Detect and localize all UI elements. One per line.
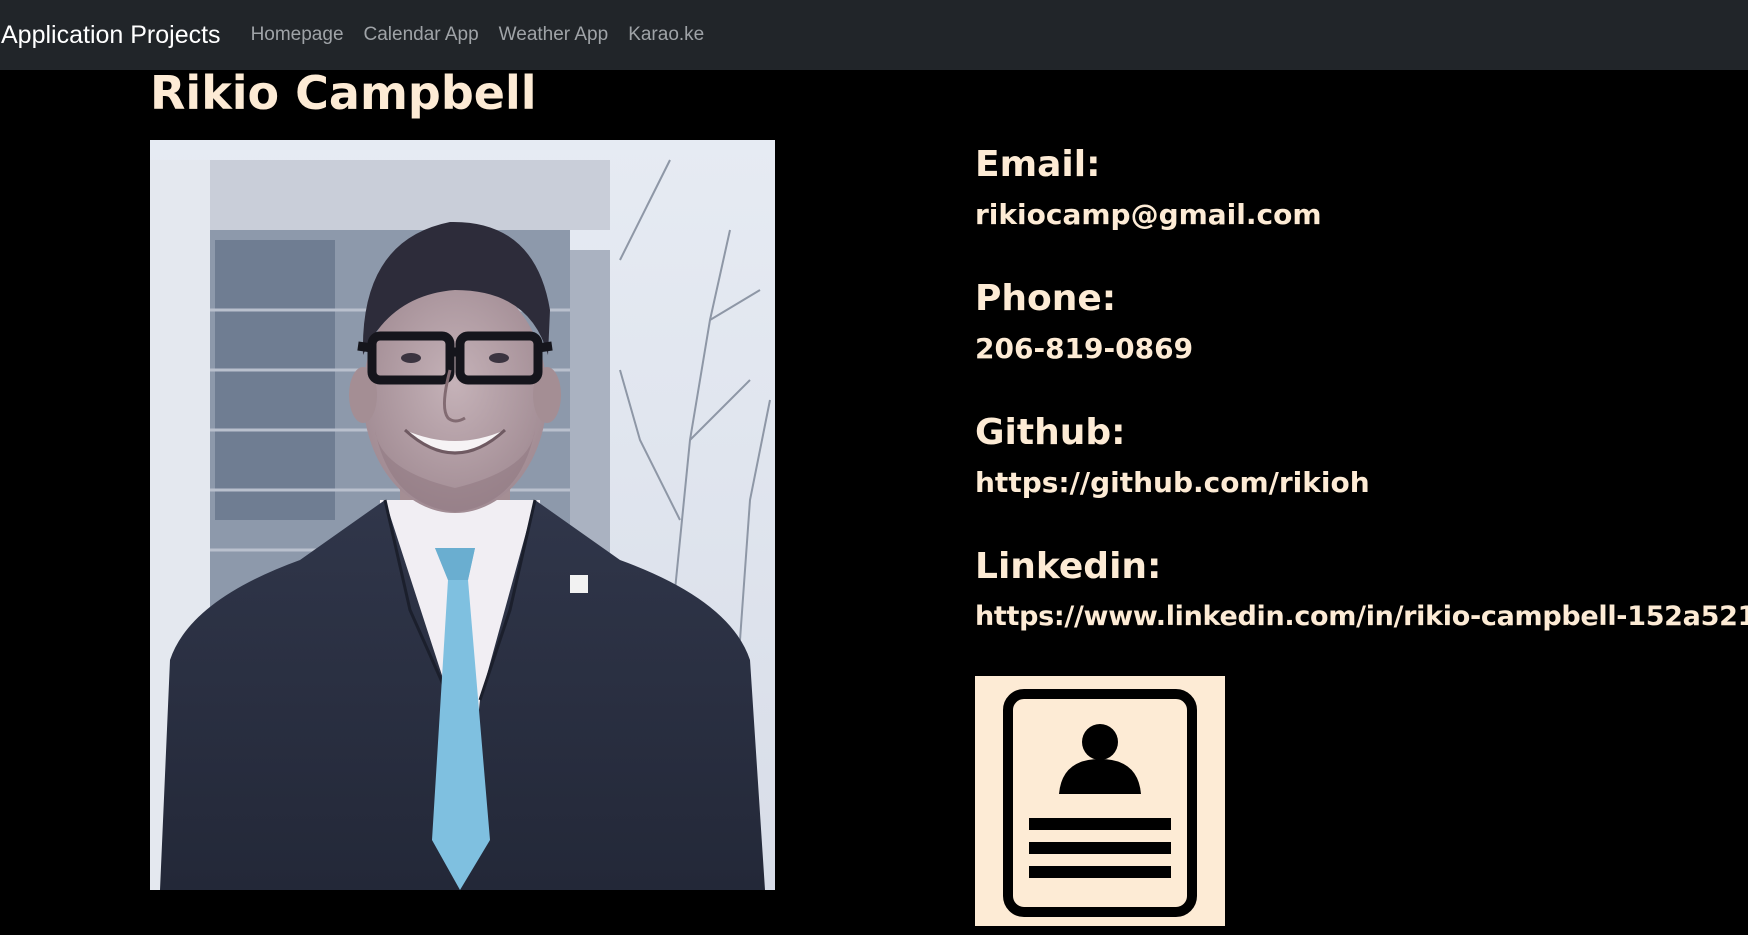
linkedin-value: https://www.linkedin.com/in/rikio-campbe… <box>975 601 1748 632</box>
contact-info: Email: rikiocamp@gmail.com Phone: 206-81… <box>975 140 1748 676</box>
page-title: Rikio Campbell <box>150 66 537 120</box>
navbar: Application Projects Homepage Calendar A… <box>0 0 1748 70</box>
nav-link-karaoke[interactable]: Karao.ke <box>628 24 704 46</box>
email-label: Email: <box>975 144 1101 185</box>
nav-link-calendar-app[interactable]: Calendar App <box>364 24 479 46</box>
nav-link-weather-app[interactable]: Weather App <box>499 24 609 46</box>
phone-label: Phone: <box>975 278 1117 319</box>
phone-value: 206-819-0869 <box>975 332 1194 365</box>
email-value: rikiocamp@gmail.com <box>975 198 1322 231</box>
nav-link-homepage[interactable]: Homepage <box>251 24 344 46</box>
github-value: https://github.com/rikioh <box>975 466 1370 499</box>
brand-link[interactable]: Application Projects <box>1 21 221 50</box>
profile-photo <box>150 140 775 890</box>
linkedin-label: Linkedin: <box>975 546 1162 587</box>
github-label: Github: <box>975 412 1126 453</box>
resume-icon[interactable] <box>975 676 1225 926</box>
nav-links: Homepage Calendar App Weather App Karao.… <box>251 24 725 46</box>
